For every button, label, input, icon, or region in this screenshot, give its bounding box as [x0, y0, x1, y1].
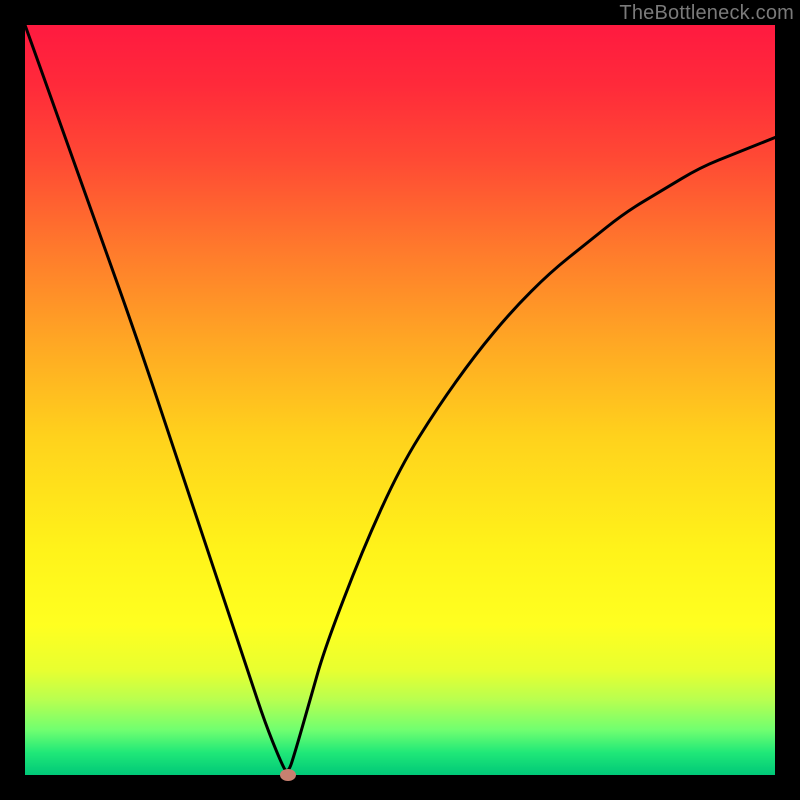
watermark-text: TheBottleneck.com [619, 2, 794, 25]
bottleneck-marker [280, 769, 296, 781]
curve-svg [25, 25, 775, 775]
plot-area [25, 25, 775, 775]
chart-frame: TheBottleneck.com [0, 0, 800, 800]
curve-path [25, 25, 775, 771]
